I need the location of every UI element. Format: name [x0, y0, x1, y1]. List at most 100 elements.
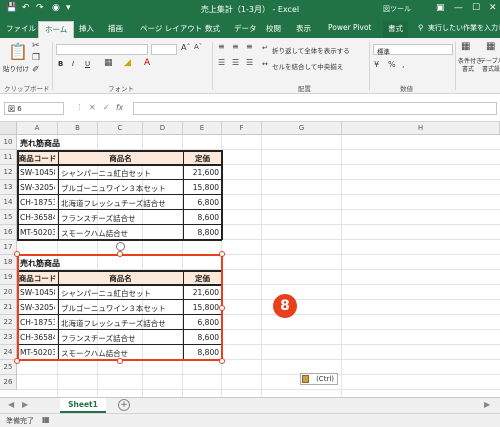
tab-formulas[interactable]: 数式 — [205, 23, 220, 34]
row-header[interactable]: 11 — [0, 150, 17, 165]
fill-color-icon[interactable]: ◢ — [124, 58, 131, 68]
column-header[interactable]: C — [98, 122, 143, 135]
column-header[interactable]: H — [342, 122, 500, 135]
conditional-format-button-line2[interactable]: 書式 — [462, 64, 474, 73]
tab-draw[interactable]: 描画 — [108, 23, 123, 34]
tell-me-box[interactable]: 実行したい作業を入力し — [428, 23, 500, 33]
column-header[interactable]: F — [222, 122, 262, 135]
top-table-cell[interactable]: SW-10458 — [20, 168, 55, 177]
format-painter-icon[interactable]: ✐ — [32, 65, 40, 75]
shrink-font-icon[interactable]: Aˇ — [194, 43, 202, 51]
merge-center-icon[interactable]: ↔ — [262, 60, 268, 68]
prev-sheet-icon[interactable]: ◀ — [8, 400, 14, 409]
comma-icon[interactable]: , — [402, 60, 405, 69]
cancel-icon[interactable]: ✕ — [89, 103, 96, 112]
tab-view[interactable]: 表示 — [296, 23, 311, 34]
top-table-cell[interactable]: CH-18753 — [20, 198, 55, 207]
bold-button[interactable]: B — [58, 60, 63, 68]
row-header[interactable]: 15 — [0, 210, 17, 225]
font-size-select[interactable] — [151, 44, 177, 55]
resize-handle[interactable] — [219, 358, 225, 364]
row-header[interactable]: 14 — [0, 195, 17, 210]
format-as-table-button-line2[interactable]: 書式設定 — [482, 64, 500, 73]
tab-home[interactable]: ホーム — [38, 21, 75, 38]
percent-icon[interactable]: % — [388, 60, 396, 69]
paste-icon[interactable]: 📋 — [8, 42, 28, 61]
format-as-table-icon[interactable]: ▦ — [486, 41, 495, 52]
worksheet-grid[interactable]: ABCDEFGH 10 11 12 13 14 15 16 17 18 19 20 21 22 23 24 2… — [0, 122, 500, 397]
align-right-icon[interactable]: ☰ — [246, 58, 253, 67]
next-sheet-icon[interactable]: ▶ — [22, 400, 28, 409]
maximize-icon[interactable]: ☐ — [472, 3, 480, 13]
row-header[interactable]: 18 — [0, 255, 17, 270]
tab-file[interactable]: ファイル — [6, 23, 36, 34]
font-name-select[interactable] — [56, 44, 148, 55]
insert-function-button[interactable]: fx — [116, 103, 123, 112]
pasted-picture-selection[interactable] — [17, 254, 223, 361]
align-middle-icon[interactable]: ≡ — [232, 42, 239, 51]
column-header[interactable]: A — [17, 122, 58, 135]
formula-input[interactable] — [133, 102, 497, 115]
align-center-icon[interactable]: ☰ — [232, 58, 239, 67]
copy-icon[interactable]: ❐ — [32, 53, 40, 63]
new-sheet-icon[interactable]: + — [118, 399, 130, 411]
row-header[interactable]: 16 — [0, 225, 17, 240]
top-table-cell[interactable]: 8,800 — [186, 228, 219, 237]
column-header[interactable]: D — [143, 122, 183, 135]
formula-options-icon[interactable]: ⋮ — [76, 103, 83, 111]
top-table-cell[interactable]: SW-32054 — [20, 183, 55, 192]
row-header[interactable]: 19 — [0, 270, 17, 285]
close-icon[interactable]: ✕ — [489, 3, 497, 13]
tab-page-layout[interactable]: ページ レイアウト — [140, 23, 202, 34]
column-header[interactable]: G — [262, 122, 342, 135]
top-table-cell[interactable]: 北海道フレッシュチーズ詰合せ — [61, 198, 180, 209]
row-header[interactable]: 12 — [0, 165, 17, 180]
resize-handle[interactable] — [117, 251, 123, 257]
border-icon[interactable]: ▦ — [104, 58, 113, 68]
row-header[interactable]: 26 — [0, 375, 17, 390]
top-table-cell[interactable]: スモークハム詰合せ — [61, 228, 180, 239]
column-header[interactable]: E — [183, 122, 222, 135]
align-left-icon[interactable]: ☰ — [218, 58, 225, 67]
resize-handle[interactable] — [14, 358, 20, 364]
top-table-cell[interactable]: CH-36584 — [20, 213, 55, 222]
paste-button[interactable]: 貼り付け — [3, 63, 29, 73]
top-table-cell[interactable]: 15,800 — [186, 183, 219, 192]
tab-data[interactable]: データ — [234, 23, 257, 34]
rotate-handle-icon[interactable] — [116, 242, 125, 251]
ribbon-display-icon[interactable]: ▣ — [436, 3, 445, 13]
wrap-text-icon[interactable]: ↵ — [262, 44, 268, 52]
underline-button[interactable]: U — [85, 60, 90, 68]
select-all-corner[interactable] — [0, 122, 17, 135]
resize-handle[interactable] — [219, 304, 225, 311]
merge-center-button[interactable]: セルを結合して中央揃え — [272, 61, 343, 71]
number-format-select[interactable]: 標準 — [373, 44, 453, 56]
minimize-icon[interactable]: — — [454, 3, 463, 13]
cut-icon[interactable]: ✂ — [32, 41, 40, 51]
row-header[interactable]: 20 — [0, 285, 17, 300]
tab-review[interactable]: 校閲 — [266, 23, 281, 34]
top-table-cell[interactable]: MT-50203 — [20, 228, 55, 237]
font-color-icon[interactable]: A — [144, 58, 150, 68]
row-header[interactable]: 23 — [0, 330, 17, 345]
tab-power-pivot[interactable]: Power Pivot — [328, 23, 371, 32]
top-table-cell[interactable]: シャンパーニュ紅白セット — [61, 168, 180, 179]
top-table-cell[interactable]: ブルゴーニュワイン３本セット — [61, 183, 180, 194]
grow-font-icon[interactable]: Aˆ — [181, 43, 190, 52]
row-header[interactable]: 13 — [0, 180, 17, 195]
row-header[interactable]: 22 — [0, 315, 17, 330]
conditional-format-icon[interactable]: ▦ — [461, 41, 470, 52]
macro-record-icon[interactable]: ▦ — [42, 415, 50, 424]
row-header[interactable]: 10 — [0, 135, 17, 150]
top-table-cell[interactable]: 6,800 — [186, 198, 219, 207]
enter-icon[interactable]: ✓ — [103, 103, 110, 112]
tab-format[interactable]: 書式 — [383, 21, 408, 38]
resize-handle[interactable] — [219, 251, 225, 257]
resize-handle[interactable] — [117, 358, 123, 364]
italic-button[interactable]: I — [72, 60, 74, 68]
row-header[interactable]: 21 — [0, 300, 17, 315]
wrap-text-button[interactable]: 折り返して全体を表示する — [272, 45, 350, 55]
column-header[interactable]: B — [58, 122, 98, 135]
sheet-tab-sheet1[interactable]: Sheet1 — [60, 398, 106, 413]
name-box[interactable]: 図 6 — [4, 102, 64, 115]
